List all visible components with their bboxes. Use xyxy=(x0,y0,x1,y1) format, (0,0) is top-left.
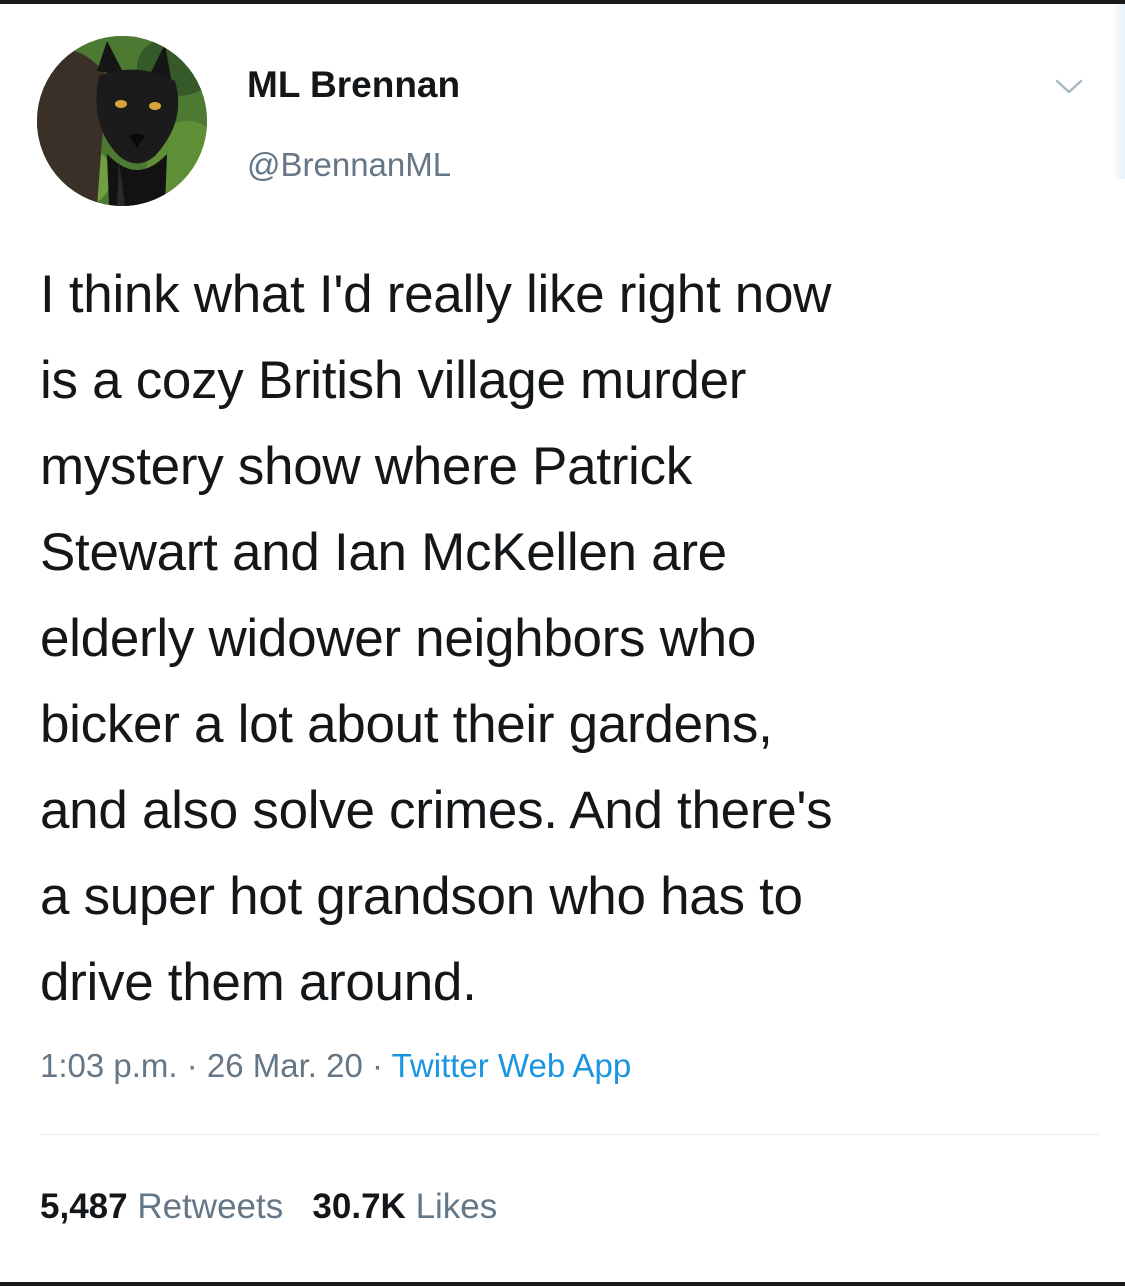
tweet-date[interactable]: 26 Mar. 20 xyxy=(207,1047,363,1084)
meta-separator: · xyxy=(177,1047,207,1084)
likes-label: Likes xyxy=(415,1187,498,1226)
retweets-label: Retweets xyxy=(137,1187,284,1226)
avatar[interactable] xyxy=(37,36,207,206)
tweet-text: I think what I'd really like right now i… xyxy=(40,265,833,1012)
tweet-metadata: 1:03 p.m. · 26 Mar. 20 · Twitter Web App xyxy=(40,1047,631,1085)
bottom-border xyxy=(0,1282,1125,1286)
retweets-count: 5,487 xyxy=(40,1187,128,1226)
chevron-down-icon[interactable] xyxy=(1052,70,1086,104)
user-handle[interactable]: @BrennanML xyxy=(247,146,451,184)
tweet-stats: 5,487 Retweets 30.7K Likes xyxy=(40,1187,497,1227)
display-name[interactable]: ML Brennan xyxy=(247,64,460,106)
tweet-source-link[interactable]: Twitter Web App xyxy=(392,1047,632,1084)
retweets-stat[interactable]: 5,487 Retweets xyxy=(40,1187,283,1226)
black-fox-photo-icon xyxy=(37,36,207,206)
tweet-card: ML Brennan @BrennanML I think what I'd r… xyxy=(0,4,1125,1282)
divider xyxy=(40,1134,1100,1135)
likes-stat[interactable]: 30.7K Likes xyxy=(312,1187,497,1226)
likes-count: 30.7K xyxy=(312,1187,406,1226)
meta-separator: · xyxy=(362,1047,392,1084)
tweet-time[interactable]: 1:03 p.m. xyxy=(40,1047,178,1084)
